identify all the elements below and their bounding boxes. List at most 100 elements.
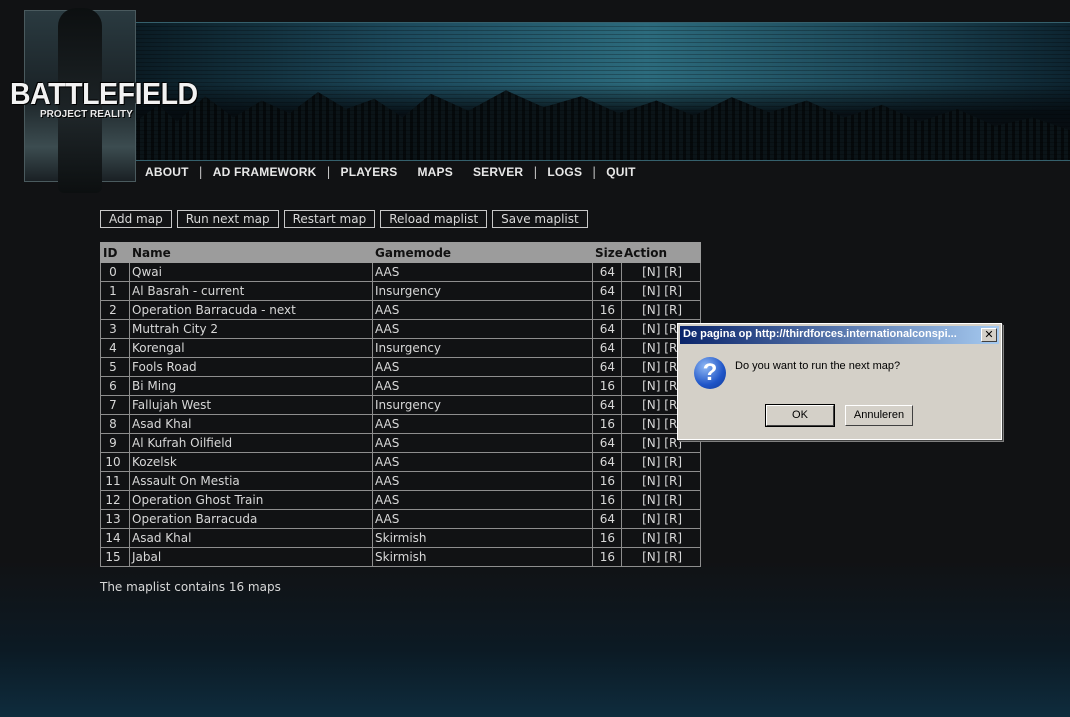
set-next-link[interactable]: [N] <box>642 474 660 488</box>
nav-logs[interactable]: LOGS <box>537 165 592 179</box>
column-header-name: Name <box>129 242 373 263</box>
set-next-link[interactable]: [N] <box>642 436 660 450</box>
remove-map-link[interactable]: [R] <box>664 512 682 526</box>
set-next-link[interactable]: [N] <box>642 265 660 279</box>
map-size-cell: 64 <box>592 452 622 472</box>
table-row: 11 Assault On Mestia AAS 16 [N] [R] <box>100 471 701 491</box>
map-gamemode-cell: Insurgency <box>372 281 593 301</box>
close-icon[interactable]: ✕ <box>981 328 997 342</box>
set-next-link[interactable]: [N] <box>642 284 660 298</box>
map-name-cell: Operation Barracuda - next <box>129 300 373 320</box>
set-next-link[interactable]: [N] <box>642 341 660 355</box>
nav-about[interactable]: ABOUT <box>135 165 199 179</box>
table-row: 2 Operation Barracuda - next AAS 16 [N] [R] <box>100 300 701 320</box>
map-size-cell: 16 <box>592 300 622 320</box>
map-size-cell: 64 <box>592 509 622 529</box>
set-next-link[interactable]: [N] <box>642 531 660 545</box>
nav-ad-framework[interactable]: AD FRAMEWORK <box>203 165 327 179</box>
remove-map-link[interactable]: [R] <box>664 265 682 279</box>
header-banner-image <box>130 22 1070 161</box>
map-name-cell: Al Kufrah Oilfield <box>129 433 373 453</box>
ok-button[interactable]: OK <box>765 404 835 427</box>
maplist-rows: 0 Qwai AAS 64 [N] [R] 1 Al Basrah - current Ins… <box>100 262 701 567</box>
map-size-cell: 64 <box>592 281 622 301</box>
nav-server[interactable]: SERVER <box>463 165 533 179</box>
remove-map-link[interactable]: [R] <box>664 455 682 469</box>
table-row: 12 Operation Ghost Train AAS 16 [N] [R] <box>100 490 701 510</box>
run-next-map-button[interactable]: Run next map <box>176 210 279 228</box>
nav-maps[interactable]: MAPS <box>407 165 462 179</box>
set-next-link[interactable]: [N] <box>642 303 660 317</box>
remove-map-link[interactable]: [R] <box>664 303 682 317</box>
map-id-cell: 4 <box>100 338 130 358</box>
table-row: 8 Asad Khal AAS 16 [N] [R] <box>100 414 701 434</box>
remove-map-link[interactable]: [R] <box>664 550 682 564</box>
dialog-titlebar[interactable]: De pagina op http://thirdforces.internat… <box>680 326 999 344</box>
set-next-link[interactable]: [N] <box>642 322 660 336</box>
map-gamemode-cell: AAS <box>372 376 593 396</box>
remove-map-link[interactable]: [R] <box>664 531 682 545</box>
map-name-cell: Jabal <box>129 547 373 567</box>
map-size-cell: 64 <box>592 357 622 377</box>
table-header-row: ID Name Gamemode Size Action <box>100 242 701 263</box>
map-gamemode-cell: Insurgency <box>372 395 593 415</box>
map-id-cell: 3 <box>100 319 130 339</box>
nav-players[interactable]: PLAYERS <box>331 165 408 179</box>
nav-quit[interactable]: QUIT <box>596 165 645 179</box>
table-row: 9 Al Kufrah Oilfield AAS 64 [N] [R] <box>100 433 701 453</box>
set-next-link[interactable]: [N] <box>642 379 660 393</box>
restart-map-button[interactable]: Restart map <box>283 210 376 228</box>
map-id-cell: 10 <box>100 452 130 472</box>
map-id-cell: 13 <box>100 509 130 529</box>
set-next-link[interactable]: [N] <box>642 493 660 507</box>
map-name-cell: Operation Barracuda <box>129 509 373 529</box>
reload-maplist-button[interactable]: Reload maplist <box>380 210 488 228</box>
map-gamemode-cell: AAS <box>372 300 593 320</box>
map-name-cell: Qwai <box>129 262 373 282</box>
remove-map-link[interactable]: [R] <box>664 493 682 507</box>
cancel-button[interactable]: Annuleren <box>845 405 913 426</box>
map-name-cell: Asad Khal <box>129 528 373 548</box>
remove-map-link[interactable]: [R] <box>664 474 682 488</box>
table-row: 4 Korengal Insurgency 64 [N] [R] <box>100 338 701 358</box>
map-action-cell: [N] [R] <box>621 452 701 472</box>
map-size-cell: 64 <box>592 262 622 282</box>
save-maplist-button[interactable]: Save maplist <box>492 210 588 228</box>
set-next-link[interactable]: [N] <box>642 455 660 469</box>
table-row: 13 Operation Barracuda AAS 64 [N] [R] <box>100 509 701 529</box>
set-next-link[interactable]: [N] <box>642 398 660 412</box>
map-id-cell: 7 <box>100 395 130 415</box>
set-next-link[interactable]: [N] <box>642 512 660 526</box>
map-gamemode-cell: Skirmish <box>372 528 593 548</box>
table-row: 10 Kozelsk AAS 64 [N] [R] <box>100 452 701 472</box>
logo-subtitle: PROJECT REALITY <box>40 109 133 120</box>
map-gamemode-cell: AAS <box>372 357 593 377</box>
map-id-cell: 1 <box>100 281 130 301</box>
map-size-cell: 16 <box>592 376 622 396</box>
map-size-cell: 16 <box>592 414 622 434</box>
map-id-cell: 12 <box>100 490 130 510</box>
set-next-link[interactable]: [N] <box>642 360 660 374</box>
map-action-cell: [N] [R] <box>621 547 701 567</box>
map-action-cell: [N] [R] <box>621 300 701 320</box>
column-header-gamemode: Gamemode <box>372 242 593 263</box>
maplist-table: ID Name Gamemode Size Action 0 Qwai AAS 64[… <box>100 242 701 567</box>
map-size-cell: 16 <box>592 490 622 510</box>
map-gamemode-cell: AAS <box>372 262 593 282</box>
remove-map-link[interactable]: [R] <box>664 284 682 298</box>
map-gamemode-cell: Skirmish <box>372 547 593 567</box>
map-gamemode-cell: Insurgency <box>372 338 593 358</box>
map-id-cell: 14 <box>100 528 130 548</box>
map-name-cell: Fallujah West <box>129 395 373 415</box>
map-name-cell: Korengal <box>129 338 373 358</box>
map-action-cell: [N] [R] <box>621 281 701 301</box>
column-header-size: Size <box>592 242 623 263</box>
map-action-cell: [N] [R] <box>621 490 701 510</box>
set-next-link[interactable]: [N] <box>642 550 660 564</box>
map-id-cell: 0 <box>100 262 130 282</box>
add-map-button[interactable]: Add map <box>100 210 172 228</box>
map-id-cell: 8 <box>100 414 130 434</box>
map-id-cell: 11 <box>100 471 130 491</box>
map-size-cell: 64 <box>592 319 622 339</box>
set-next-link[interactable]: [N] <box>642 417 660 431</box>
